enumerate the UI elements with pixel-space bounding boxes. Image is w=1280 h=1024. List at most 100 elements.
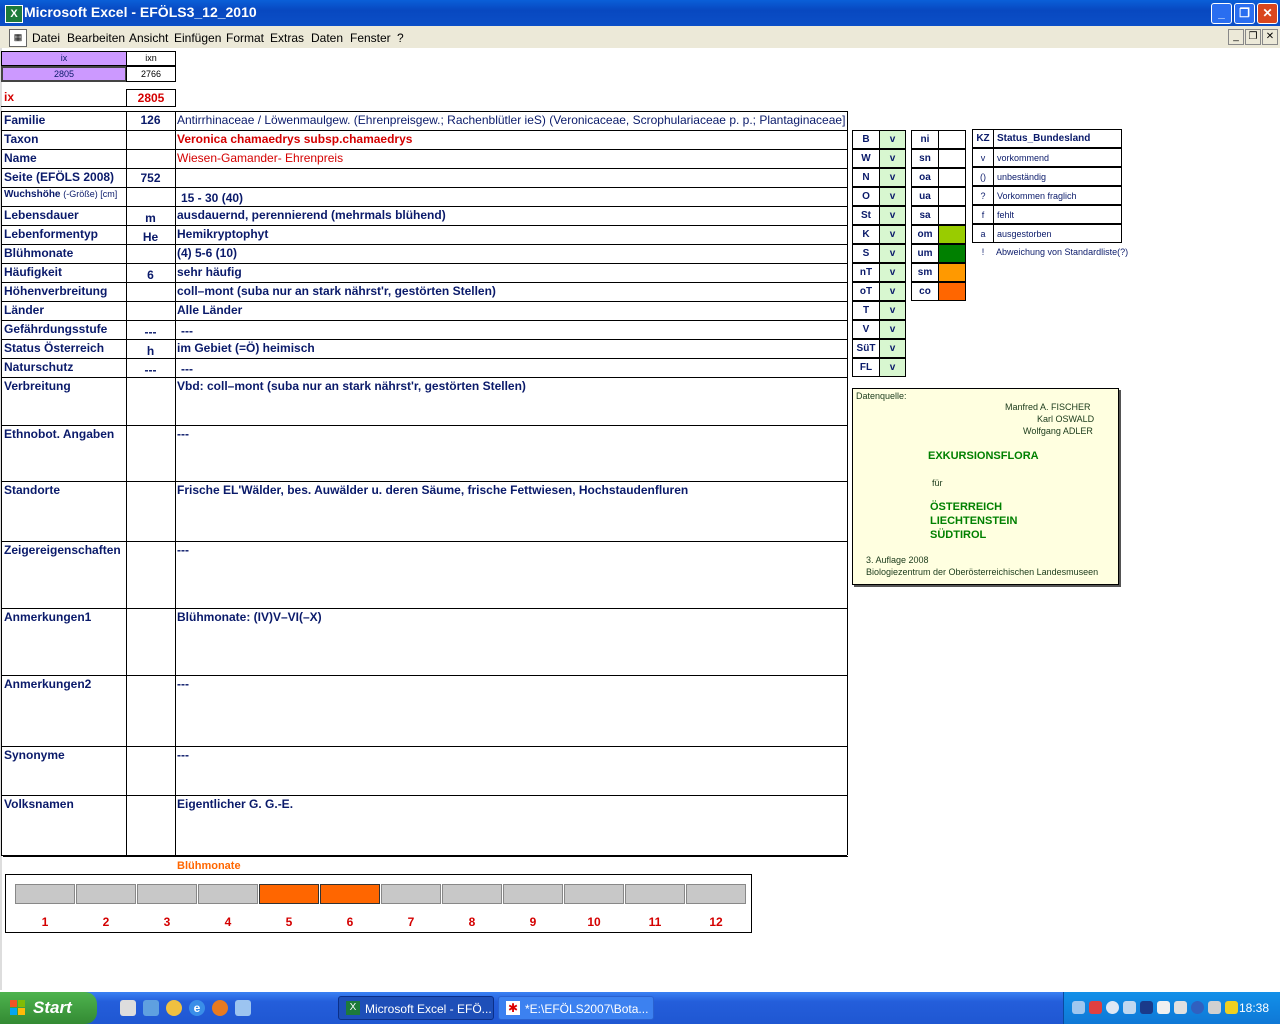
zone-color-cell[interactable] [938, 187, 966, 206]
data-source-box[interactable]: Datenquelle: Manfred A. FISCHER Karl OSW… [852, 388, 1119, 585]
month-bar[interactable] [198, 884, 258, 904]
zone-code[interactable]: um [911, 244, 939, 263]
row-label[interactable]: Wuchshöhe (-Größe) [cm] [4, 189, 117, 200]
state-code[interactable]: O [852, 187, 880, 206]
clock[interactable]: 18:38 [1239, 1001, 1269, 1015]
state-code[interactable]: N [852, 168, 880, 187]
zone-code[interactable]: co [911, 282, 939, 301]
row-label[interactable]: Anmerkungen2 [4, 677, 91, 691]
row-label[interactable]: Lebensdauer [4, 208, 79, 222]
zone-code[interactable]: sn [911, 149, 939, 168]
month-bar[interactable] [564, 884, 624, 904]
minimize-button[interactable]: _ [1211, 3, 1232, 24]
row-value[interactable]: coll–mont (suba nur an stark nährst'r, g… [177, 284, 496, 298]
tray-update-icon[interactable] [1225, 1001, 1238, 1014]
row-value[interactable]: Veronica chamaedrys subsp.chamaedrys [177, 132, 412, 146]
zone-code[interactable]: sa [911, 206, 939, 225]
zone-color-cell[interactable] [938, 149, 966, 168]
row-code[interactable]: h [126, 344, 175, 358]
state-value[interactable]: v [879, 244, 906, 263]
row-value[interactable]: sehr häufig [177, 265, 242, 279]
row-label[interactable]: Länder [4, 303, 44, 317]
doc-close-button[interactable]: ✕ [1262, 29, 1278, 45]
month-bar[interactable] [137, 884, 197, 904]
state-code[interactable]: S [852, 244, 880, 263]
menu-extras[interactable]: Extras [270, 31, 304, 45]
state-value[interactable]: v [879, 320, 906, 339]
row-code[interactable]: 6 [126, 268, 175, 282]
zone-code[interactable]: ua [911, 187, 939, 206]
shield-icon[interactable] [1140, 1001, 1153, 1014]
row-value[interactable]: --- [181, 324, 193, 338]
state-value[interactable]: v [879, 339, 906, 358]
month-bar[interactable] [442, 884, 502, 904]
row-value[interactable]: Wiesen-Gamander- Ehrenpreis [177, 151, 343, 165]
zone-color-cell[interactable] [938, 244, 966, 263]
month-bar[interactable] [259, 884, 319, 904]
row-label[interactable]: Familie [4, 113, 45, 127]
state-value[interactable]: v [879, 130, 906, 149]
row-label[interactable]: Seite (EFÖLS 2008) [4, 170, 114, 184]
menu-format[interactable]: Format [226, 31, 264, 45]
legend-kz[interactable]: () [972, 167, 994, 186]
row-label[interactable]: Standorte [4, 483, 60, 497]
row-label[interactable]: Taxon [4, 132, 38, 146]
row-label[interactable]: Name [4, 151, 37, 165]
row-value[interactable]: --- [177, 427, 189, 441]
internet-explorer-icon[interactable]: e [189, 1000, 205, 1016]
zone-color-cell[interactable] [938, 263, 966, 282]
legend-text[interactable]: unbeständig [993, 167, 1122, 186]
month-bar[interactable] [625, 884, 685, 904]
search-icon[interactable] [1106, 1001, 1119, 1014]
row-label[interactable]: Volksnamen [4, 797, 74, 811]
quicklaunch-desktop-icon[interactable] [120, 1000, 136, 1016]
firefox-icon[interactable] [212, 1000, 228, 1016]
ix2-value-cell[interactable]: 2805 [126, 89, 176, 107]
legend-kz[interactable]: v [972, 148, 994, 167]
row-value[interactable]: Eigentlicher G. G.-E. [177, 797, 293, 811]
row-label[interactable]: Anmerkungen1 [4, 610, 91, 624]
row-value[interactable]: --- [181, 362, 193, 376]
zone-color-cell[interactable] [938, 130, 966, 149]
row-value[interactable]: --- [177, 748, 189, 762]
row-label[interactable]: Ethnobot. Angaben [4, 427, 114, 441]
task-excel[interactable]: X Microsoft Excel - EFÖ... [338, 996, 494, 1020]
row-code[interactable]: 126 [126, 113, 175, 127]
row-value[interactable]: 15 - 30 (40) [181, 191, 243, 205]
state-code[interactable]: oT [852, 282, 880, 301]
zone-code[interactable]: ni [911, 130, 939, 149]
state-value[interactable]: v [879, 149, 906, 168]
state-code[interactable]: St [852, 206, 880, 225]
legend-kz[interactable]: a [972, 224, 994, 243]
row-code[interactable]: --- [126, 325, 175, 339]
zone-color-cell[interactable] [938, 168, 966, 187]
state-value[interactable]: v [879, 225, 906, 244]
menu-einfügen[interactable]: Einfügen [174, 31, 221, 45]
ix-value-cell[interactable]: 2805 [1, 66, 127, 82]
ixn-header[interactable]: ixn [126, 51, 176, 66]
row-value[interactable]: Frische EL'Wälder, bes. Auwälder u. dere… [177, 483, 688, 497]
legend-text[interactable]: Abweichung von Standardliste(?) [993, 243, 1143, 262]
row-code[interactable]: --- [126, 363, 175, 377]
state-code[interactable]: K [852, 225, 880, 244]
row-code[interactable]: m [126, 211, 175, 225]
network-icon[interactable] [1072, 1001, 1085, 1014]
state-value[interactable]: v [879, 358, 906, 377]
menu-ansicht[interactable]: Ansicht [129, 31, 168, 45]
month-bar[interactable] [76, 884, 136, 904]
row-code[interactable]: 752 [126, 171, 175, 185]
legend-kz[interactable]: ! [972, 243, 994, 262]
row-value[interactable]: (4) 5-6 (10) [177, 246, 237, 260]
month-bar[interactable] [320, 884, 380, 904]
row-value[interactable]: ausdauernd, perennierend (mehrmals blühe… [177, 208, 446, 222]
state-value[interactable]: v [879, 206, 906, 225]
tray-tool-icon[interactable] [1157, 1001, 1170, 1014]
row-value[interactable]: --- [177, 543, 189, 557]
row-label[interactable]: Häufigkeit [4, 265, 62, 279]
doc-restore-button[interactable]: ❐ [1245, 29, 1261, 45]
quicklaunch-app-icon[interactable] [143, 1000, 159, 1016]
zone-code[interactable]: oa [911, 168, 939, 187]
state-code[interactable]: B [852, 130, 880, 149]
zone-color-cell[interactable] [938, 225, 966, 244]
row-value[interactable]: Vbd: coll–mont (suba nur an stark nährst… [177, 379, 526, 393]
